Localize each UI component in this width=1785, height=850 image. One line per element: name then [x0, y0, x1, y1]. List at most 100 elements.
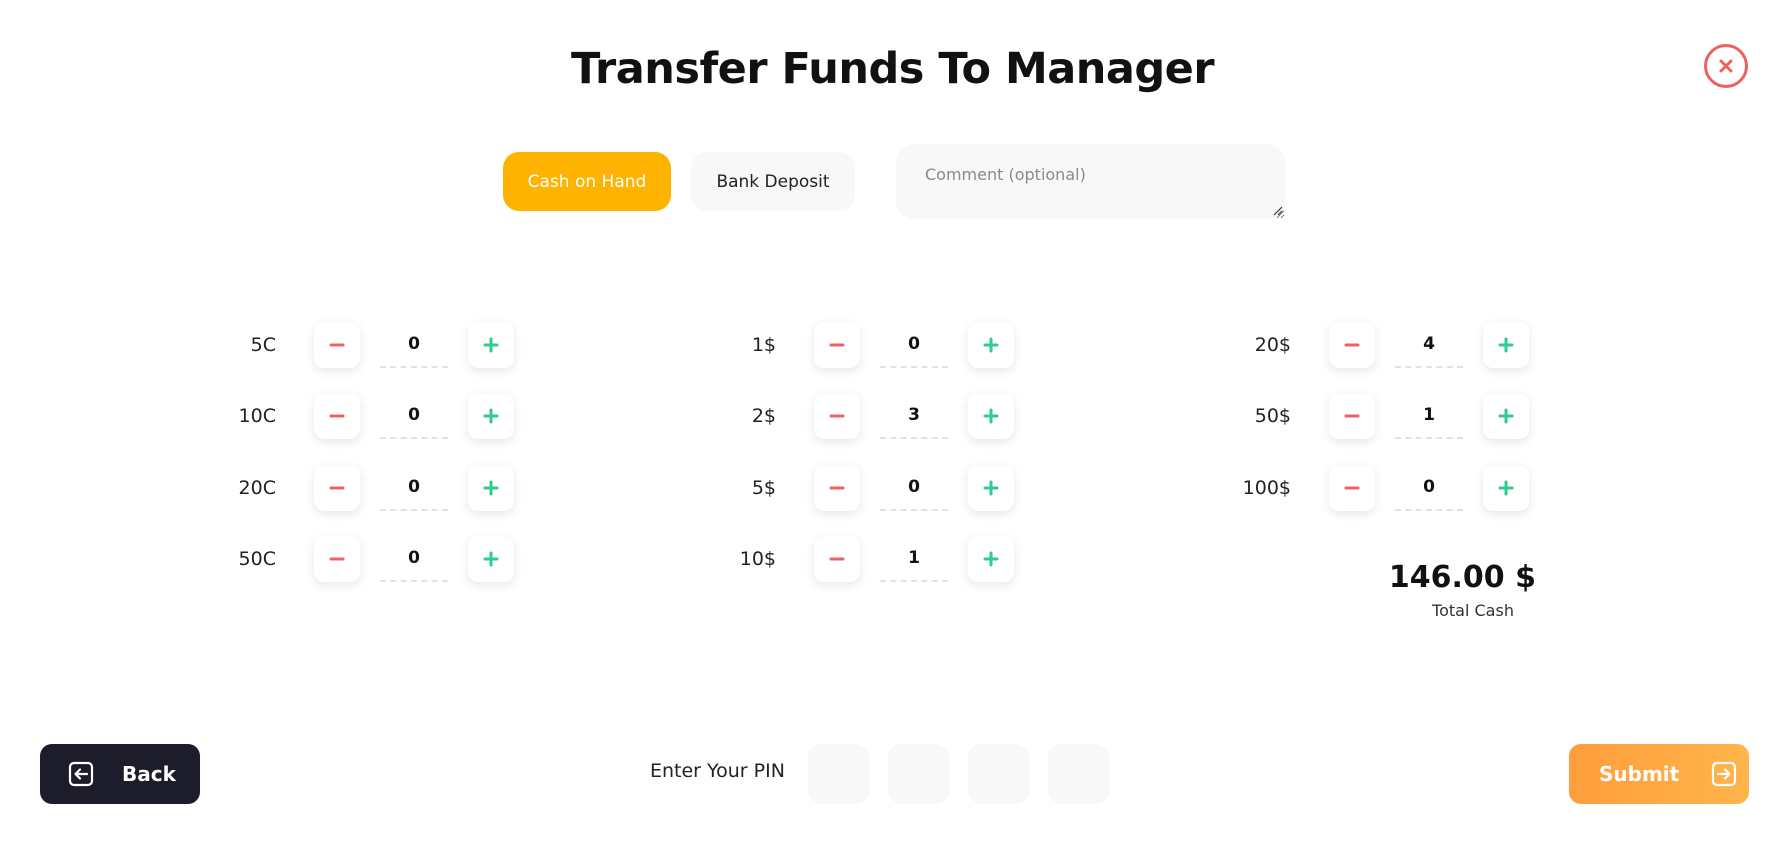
denomination-row-10-dollar: 10$	[708, 534, 1014, 584]
increment-button[interactable]	[968, 465, 1014, 511]
back-button-label: Back	[122, 762, 176, 786]
denomination-label: 50C	[238, 548, 276, 570]
denomination-row-2-dollar: 2$	[708, 391, 1014, 441]
quantity-stepper	[314, 393, 514, 439]
denomination-label: 5C	[250, 334, 276, 356]
comment-input[interactable]	[896, 144, 1285, 219]
increment-button[interactable]	[1483, 465, 1529, 511]
page-title: Transfer Funds To Manager	[570, 44, 1215, 94]
arrow-left-box-icon	[68, 761, 94, 787]
plus-icon	[983, 337, 999, 353]
decrement-button[interactable]	[314, 465, 360, 511]
total-amount: 146.00 $	[1388, 560, 1536, 595]
payment-type-tabs: Cash on Hand Bank Deposit	[503, 152, 855, 211]
quantity-input[interactable]	[380, 465, 448, 511]
plus-icon	[983, 408, 999, 424]
denomination-row-100-dollar: 100$	[1223, 463, 1529, 513]
decrement-button[interactable]	[1329, 465, 1375, 511]
minus-icon	[329, 557, 345, 561]
denomination-row-50c: 50C	[208, 534, 514, 584]
increment-button[interactable]	[468, 322, 514, 368]
denomination-label: 20C	[238, 477, 276, 499]
quantity-input[interactable]	[380, 536, 448, 582]
denomination-row-5c: 5C	[208, 320, 514, 370]
decrement-button[interactable]	[814, 465, 860, 511]
decrement-button[interactable]	[314, 322, 360, 368]
quantity-stepper	[814, 465, 1014, 511]
denomination-label: 10C	[238, 405, 276, 427]
quantity-input[interactable]	[880, 465, 948, 511]
denomination-row-5-dollar: 5$	[708, 463, 1014, 513]
increment-button[interactable]	[968, 536, 1014, 582]
quantity-stepper	[1329, 465, 1529, 511]
minus-icon	[1344, 343, 1360, 347]
denomination-label: 1$	[751, 334, 776, 356]
decrement-button[interactable]	[314, 536, 360, 582]
denomination-label: 100$	[1242, 477, 1291, 499]
denomination-label: 50$	[1254, 405, 1291, 427]
decrement-button[interactable]	[814, 393, 860, 439]
decrement-button[interactable]	[314, 393, 360, 439]
quantity-input[interactable]	[880, 536, 948, 582]
minus-icon	[1344, 414, 1360, 418]
minus-icon	[829, 414, 845, 418]
plus-icon	[483, 337, 499, 353]
quantity-input[interactable]	[380, 322, 448, 368]
increment-button[interactable]	[968, 393, 1014, 439]
quantity-stepper	[314, 322, 514, 368]
plus-icon	[1498, 408, 1514, 424]
denomination-label: 2$	[751, 405, 776, 427]
plus-icon	[483, 408, 499, 424]
pin-digit-4[interactable]	[1048, 744, 1109, 804]
back-button[interactable]: Back	[40, 744, 200, 804]
increment-button[interactable]	[1483, 393, 1529, 439]
quantity-stepper	[1329, 322, 1529, 368]
total-label: Total Cash	[1432, 601, 1514, 620]
quantity-input[interactable]	[380, 393, 448, 439]
quantity-stepper	[814, 536, 1014, 582]
increment-button[interactable]	[468, 536, 514, 582]
minus-icon	[329, 414, 345, 418]
quantity-input[interactable]	[1395, 393, 1463, 439]
pin-digit-3[interactable]	[968, 744, 1029, 804]
arrow-right-box-icon	[1712, 761, 1737, 787]
resize-handle-icon[interactable]	[1273, 206, 1283, 216]
denomination-row-50-dollar: 50$	[1223, 391, 1529, 441]
total-cash: 146.00 $ Total Cash	[1380, 560, 1536, 620]
quantity-stepper	[814, 393, 1014, 439]
minus-icon	[1344, 486, 1360, 490]
denomination-label: 5$	[751, 477, 776, 499]
close-button[interactable]	[1704, 44, 1748, 88]
denomination-row-10c: 10C	[208, 391, 514, 441]
plus-icon	[483, 551, 499, 567]
submit-button[interactable]: Submit	[1569, 744, 1749, 804]
minus-icon	[329, 343, 345, 347]
denomination-row-20c: 20C	[208, 463, 514, 513]
plus-icon	[1498, 337, 1514, 353]
tab-cash-on-hand[interactable]: Cash on Hand	[503, 152, 671, 211]
increment-button[interactable]	[968, 322, 1014, 368]
pin-digit-2[interactable]	[888, 744, 949, 804]
quantity-input[interactable]	[1395, 465, 1463, 511]
quantity-stepper	[314, 536, 514, 582]
quantity-input[interactable]	[880, 393, 948, 439]
denomination-row-1-dollar: 1$	[708, 320, 1014, 370]
increment-button[interactable]	[1483, 322, 1529, 368]
minus-icon	[829, 343, 845, 347]
denomination-label: 10$	[739, 548, 776, 570]
quantity-input[interactable]	[1395, 322, 1463, 368]
minus-icon	[329, 486, 345, 490]
decrement-button[interactable]	[814, 322, 860, 368]
increment-button[interactable]	[468, 393, 514, 439]
submit-button-label: Submit	[1599, 762, 1680, 786]
quantity-input[interactable]	[880, 322, 948, 368]
plus-icon	[1498, 480, 1514, 496]
quantity-stepper	[814, 322, 1014, 368]
decrement-button[interactable]	[1329, 393, 1375, 439]
pin-digit-1[interactable]	[808, 744, 869, 804]
decrement-button[interactable]	[814, 536, 860, 582]
tab-bank-deposit[interactable]: Bank Deposit	[691, 152, 855, 211]
increment-button[interactable]	[468, 465, 514, 511]
quantity-stepper	[1329, 393, 1529, 439]
decrement-button[interactable]	[1329, 322, 1375, 368]
